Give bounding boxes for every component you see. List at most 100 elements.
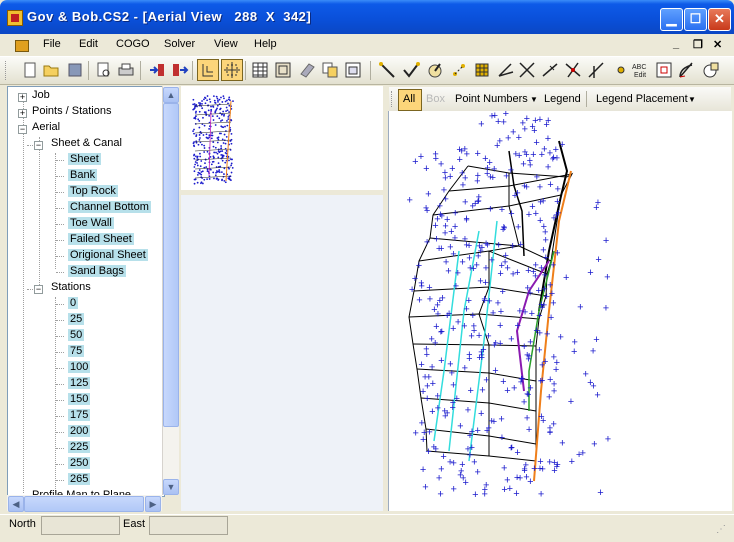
tree-item-layer[interactable]: Toe Wall [68,217,114,229]
open-folder-icon[interactable] [41,60,61,80]
menu-solver[interactable]: Solver [164,38,195,50]
tree-item-layer[interactable]: Sand Bags [68,265,126,277]
tree-item-station[interactable]: 125 [68,377,91,389]
menu-help[interactable]: Help [254,38,277,50]
mdi-minimize-button[interactable]: _ [673,38,679,50]
slope-icon[interactable] [540,60,560,80]
svg-text:+: + [555,207,561,219]
menu-edit[interactable]: Edit [79,38,98,50]
overview-map[interactable] [181,86,383,190]
collapse-aerial-icon[interactable]: − [18,125,27,134]
mdi-restore-button[interactable]: ❐ [693,38,703,51]
resize-grip[interactable]: ⋰ [716,524,726,535]
check-icon[interactable] [401,60,421,80]
angle-icon[interactable] [496,60,516,80]
box-button[interactable]: Box [426,93,445,105]
svg-text:+: + [476,192,482,204]
svg-text:+: + [426,282,432,294]
point-icon[interactable] [449,60,469,80]
document-icon[interactable] [15,40,29,52]
window-icon[interactable] [343,60,363,80]
perpendicular-icon[interactable] [586,60,606,80]
toolbar-separator [586,91,587,107]
grid-icon[interactable] [250,60,270,80]
maximize-button[interactable]: ☐ [684,8,707,31]
arc-icon[interactable] [677,60,697,80]
point-numbers-dropdown[interactable]: Point Numbers [455,93,528,105]
tree-item-points-stations[interactable]: Points / Stations [32,105,112,117]
menu-file[interactable]: File [43,38,61,50]
tree-item-station[interactable]: 265 [68,473,91,485]
expand-points-icon[interactable]: + [18,109,27,118]
menu-cogo[interactable]: COGO [116,38,150,50]
tree-item-layer[interactable]: Sheet [68,153,101,165]
print-preview-icon[interactable] [94,60,114,80]
project-tree[interactable]: + Job + Points / Stations − Aerial − Sheet & Ca… [7,86,165,497]
app-icon[interactable] [7,10,23,26]
tree-item-station[interactable]: 250 [68,457,91,469]
tree-item-layer[interactable]: Origional Sheet [68,249,148,261]
block-icon[interactable] [472,60,492,80]
cross-icon[interactable] [517,60,537,80]
tree-item-station[interactable]: 175 [68,409,91,421]
tree-item-station[interactable]: 225 [68,441,91,453]
expand-job-icon[interactable]: + [18,93,27,102]
erase-icon[interactable] [297,60,317,80]
minimize-button[interactable]: ▁ [660,8,683,31]
mdi-close-button[interactable]: ✕ [713,38,722,51]
tree-item-sheet-canal[interactable]: Sheet & Canal [51,137,122,149]
new-file-icon[interactable] [20,60,40,80]
tree-item-layer[interactable]: Failed Sheet [68,233,134,245]
select-icon[interactable] [197,59,219,81]
legend-placement-dropdown[interactable]: Legend Placement [596,93,688,105]
intersect-icon[interactable] [563,60,583,80]
layer-icon[interactable] [273,60,293,80]
print-icon[interactable] [116,60,136,80]
svg-text:+: + [524,412,530,424]
svg-text:+: + [465,405,471,417]
copy-icon[interactable] [320,60,340,80]
tree-item-station[interactable]: 25 [68,313,85,325]
point-insert-icon[interactable] [611,60,631,80]
tree-item-layer[interactable]: Channel Bottom [68,201,151,213]
abc-edit-icon[interactable]: ABC Edit [630,60,650,80]
north-label: North [9,518,36,530]
aerial-plot[interactable]: ++++++++++++ +++++ +++++++++++++++++++++++… [389,108,732,511]
scroll-thumb[interactable] [163,103,179,427]
scroll-up-button[interactable]: ▲ [163,87,179,103]
scroll-right-button[interactable]: ▶ [145,496,161,512]
tree-item-station[interactable]: 100 [68,361,91,373]
collapse-sheet-canal-icon[interactable]: − [34,141,43,150]
tree-item-station[interactable]: 50 [68,329,85,341]
close-button[interactable]: ✕ [708,8,731,31]
hscroll-thumb[interactable] [24,496,144,512]
svg-text:+: + [424,237,430,249]
menu-view[interactable]: View [214,38,238,50]
select-all-icon[interactable] [221,59,243,81]
overview-panel[interactable] [181,86,383,190]
tree-item-aerial[interactable]: Aerial [32,121,60,133]
toolbar-separator [140,61,141,80]
export-icon[interactable] [170,60,190,80]
tree-item-job[interactable]: Job [32,89,50,101]
scroll-left-button[interactable]: ◀ [8,496,24,512]
tree-item-station[interactable]: 75 [68,345,85,357]
compass-icon[interactable] [425,60,445,80]
tree-item-stations[interactable]: Stations [51,281,91,293]
svg-text:+: + [518,376,524,388]
import-icon[interactable] [147,60,167,80]
tree-item-station[interactable]: 200 [68,425,91,437]
zoom-window-icon[interactable] [654,60,674,80]
legend-button[interactable]: Legend [544,93,581,105]
aerial-view-canvas[interactable]: + + + + + + + + + + + + + + + + + + + + + + + + + + + + + + + + + + + + + + + +… [388,108,732,511]
save-icon[interactable] [65,60,85,80]
shape-icon[interactable] [701,60,721,80]
svg-text:+: + [469,442,475,454]
collapse-stations-icon[interactable]: − [34,285,43,294]
tree-item-station[interactable]: 150 [68,393,91,405]
line-icon[interactable] [377,60,397,80]
tree-item-station[interactable]: 0 [68,297,79,309]
scroll-down-button[interactable]: ▼ [163,479,179,495]
tree-item-layer[interactable]: Bank [68,169,98,181]
tree-item-layer[interactable]: Top Rock [68,185,118,197]
